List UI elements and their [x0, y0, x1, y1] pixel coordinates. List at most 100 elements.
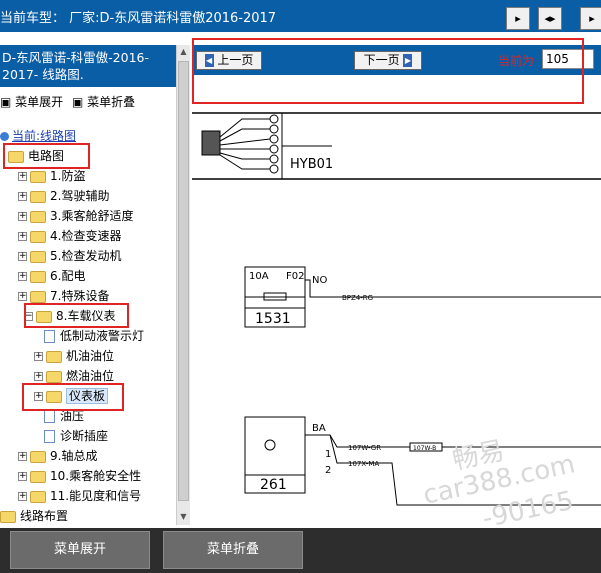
tree-item-label: 仪表板: [66, 388, 109, 404]
diagram-viewer: ◀ 上一页 下一页 ▶ 当前为 105 HYB01 10A F02 1531 N…: [192, 45, 601, 525]
tree-item[interactable]: +6.配电: [18, 267, 85, 285]
tree-item-label: 5.检查发动机: [50, 249, 122, 263]
tree-item-label: 燃油油位: [66, 369, 115, 383]
page-icon: [44, 410, 55, 423]
folder-icon: [30, 290, 46, 303]
globe-icon: [0, 132, 9, 141]
tree-item-label: 油压: [60, 409, 85, 423]
relay-pin: BA: [312, 423, 326, 434]
expand-icon[interactable]: +: [18, 212, 27, 221]
tree-item-label: 6.配电: [50, 269, 86, 283]
tree-item-label: 机油油位: [66, 349, 115, 363]
scroll-thumb[interactable]: [178, 61, 189, 501]
expand-icon[interactable]: +: [34, 392, 43, 401]
tree-item-label: 3.乘客舱舒适度: [50, 209, 134, 223]
tree-item[interactable]: 低制动液警示灯: [44, 327, 144, 345]
folder-icon: [30, 490, 46, 503]
tree-item[interactable]: +1.防盗: [18, 167, 85, 185]
tree-item[interactable]: + 机油油位: [34, 347, 114, 365]
folder-icon: [8, 150, 24, 163]
expand-icon[interactable]: +: [18, 252, 27, 261]
tree-item[interactable]: 线路布置: [0, 507, 68, 525]
collapse-icon[interactable]: −: [24, 312, 33, 321]
expand-icon[interactable]: +: [18, 192, 27, 201]
right-arrow-icon: ▶: [403, 54, 413, 67]
menu-expand-label: 菜单展开: [15, 95, 64, 109]
tree-current-label: 当前:线路图: [12, 129, 77, 143]
tree-item-label: 2.驾驶辅助: [50, 189, 110, 203]
fuse-rating: 10A: [249, 271, 269, 282]
menu-header: D-东风雷诺-科雷傲-2016-2017- 线路图.: [0, 45, 176, 87]
fuse-pin: NO: [312, 275, 327, 286]
relay-wire2: 107X-MA: [348, 460, 379, 468]
tree-item-label: 7.特殊设备: [50, 289, 110, 303]
next-icon[interactable]: ▸: [506, 7, 530, 30]
folder-icon: [30, 190, 46, 203]
next-page-label: 下一页: [363, 53, 400, 67]
expand-icon[interactable]: ▸: [580, 7, 601, 30]
relay-wire1: 107W-GR: [348, 444, 381, 452]
page-icon: [44, 330, 55, 343]
folder-icon: [30, 210, 46, 223]
tree-item-label: 9.轴总成: [50, 449, 98, 463]
next-page-button[interactable]: 下一页 ▶: [354, 51, 422, 70]
title-bar: 当前车型： 厂家:D-东风雷诺科雷傲2016-2017 ▸ ◂▸ ▸: [0, 0, 601, 32]
folder-icon: [30, 470, 46, 483]
fuse-id: F02: [286, 271, 304, 282]
tree-item[interactable]: +3.乘客舱舒适度: [18, 207, 133, 225]
relay-mid-label: 107W-B: [413, 445, 436, 452]
expand-icon[interactable]: +: [18, 272, 27, 281]
expand-icon[interactable]: +: [18, 292, 27, 301]
folder-icon: [30, 270, 46, 283]
tree-item-label: 10.乘客舱安全性: [50, 469, 142, 483]
tree-item-label: 8.车载仪表: [56, 309, 116, 323]
collapse-all-button[interactable]: 菜单折叠: [163, 531, 303, 569]
tree-item-label: 低制动液警示灯: [60, 329, 145, 343]
expand-icon[interactable]: +: [18, 472, 27, 481]
prev-page-button[interactable]: ◀ 上一页: [196, 51, 262, 70]
scroll-up-icon[interactable]: ▲: [177, 45, 190, 59]
tree-item[interactable]: +10.乘客舱安全性: [18, 467, 141, 485]
expand-icon[interactable]: +: [18, 452, 27, 461]
tree-item[interactable]: +7.特殊设备: [18, 287, 109, 305]
tree-item[interactable]: +2.驾驶辅助: [18, 187, 109, 205]
connector-code: HYB01: [290, 157, 333, 172]
tree-item[interactable]: +11.能见度和信号: [18, 487, 141, 505]
page-nav: ◀ 上一页 下一页 ▶ 当前为 105: [192, 45, 601, 75]
folder-icon: [30, 450, 46, 463]
folder-icon: [46, 350, 62, 363]
scroll-down-icon[interactable]: ▼: [177, 510, 190, 524]
expand-icon[interactable]: +: [34, 352, 43, 361]
expand-icon[interactable]: +: [34, 372, 43, 381]
menu-scrollbar[interactable]: ▲ ▼: [176, 45, 190, 525]
menu-collapse-link[interactable]: ▣ 菜单折叠: [72, 93, 135, 110]
menu-collapse-label: 菜单折叠: [87, 95, 136, 109]
expand-icon[interactable]: +: [18, 232, 27, 241]
tree-item[interactable]: +5.检查发动机: [18, 247, 121, 265]
tree-item[interactable]: +9.轴总成: [18, 447, 97, 465]
tree-item[interactable]: + 仪表板: [34, 387, 109, 405]
expand-icon[interactable]: +: [18, 172, 27, 181]
page-number-input[interactable]: 105: [542, 49, 594, 69]
tree-item[interactable]: 油压: [44, 407, 84, 425]
page-icon: [44, 430, 55, 443]
tree-current[interactable]: 当前:线路图: [0, 127, 76, 145]
folder-icon: [0, 510, 16, 523]
tree-item[interactable]: 电路图: [8, 147, 64, 165]
split-icon[interactable]: ◂▸: [538, 7, 562, 30]
tree-item[interactable]: + 燃油油位: [34, 367, 114, 385]
relay-pin1: 1: [325, 449, 331, 460]
fuse-number: 1531: [255, 311, 291, 327]
tree-item-label: 11.能见度和信号: [50, 489, 142, 503]
folder-icon: [30, 250, 46, 263]
tree-item[interactable]: +4.检查变速器: [18, 227, 121, 245]
current-page-label: 当前为: [498, 54, 535, 68]
vehicle-title: 当前车型： 厂家:D-东风雷诺科雷傲2016-2017: [0, 11, 277, 26]
tree-item-label: 1.防盗: [50, 169, 86, 183]
left-arrow-icon: ◀: [204, 54, 214, 67]
tree-item[interactable]: − 8.车载仪表: [24, 307, 115, 325]
expand-all-button[interactable]: 菜单展开: [10, 531, 150, 569]
expand-icon[interactable]: +: [18, 492, 27, 501]
menu-expand-link[interactable]: ▣ 菜单展开: [0, 93, 63, 110]
tree-item[interactable]: 诊断插座: [44, 427, 108, 445]
